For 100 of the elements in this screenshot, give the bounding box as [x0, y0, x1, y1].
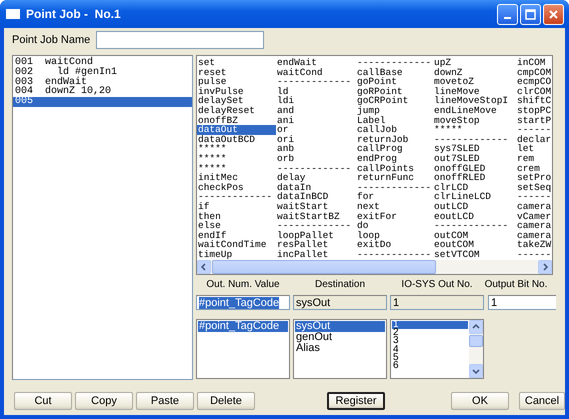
- command-cell[interactable]: callBase: [356, 68, 433, 78]
- scroll-thumb[interactable]: [212, 260, 436, 274]
- command-cell[interactable]: onoffBZ: [197, 116, 276, 126]
- command-cell[interactable]: -------------: [197, 192, 276, 202]
- command-cell[interactable]: onoffRLED: [433, 173, 516, 183]
- value-field[interactable]: #point_TagCode: [196, 295, 290, 310]
- command-cell[interactable]: ani: [276, 116, 356, 126]
- command-cell[interactable]: cmpCOM: [516, 68, 551, 78]
- maximize-button[interactable]: [520, 4, 541, 24]
- dialog-button[interactable]: Copy: [75, 392, 133, 410]
- command-cell[interactable]: waitStartBZ: [276, 212, 356, 222]
- command-cell[interactable]: waitStart: [276, 202, 356, 212]
- command-cell[interactable]: pulse: [197, 77, 276, 87]
- command-cell[interactable]: then: [197, 212, 276, 222]
- scroll-left-button[interactable]: [197, 260, 211, 274]
- command-cell[interactable]: setSeq: [516, 182, 551, 192]
- command-cell[interactable]: *****: [197, 144, 276, 154]
- command-cell[interactable]: timeUp: [197, 250, 276, 260]
- command-cell[interactable]: lineMove: [433, 86, 516, 96]
- command-cell[interactable]: orb: [276, 154, 356, 164]
- scroll-right-button[interactable]: [538, 260, 552, 274]
- command-cell[interactable]: waitCondTime: [197, 240, 276, 250]
- dialog-button[interactable]: Delete: [197, 392, 255, 410]
- command-cell[interactable]: or: [276, 125, 356, 135]
- command-cell[interactable]: dataOutBCD: [197, 134, 276, 144]
- command-cell[interactable]: let: [516, 144, 551, 154]
- command-cell[interactable]: eoutLCD: [433, 212, 516, 222]
- command-cell[interactable]: crem: [516, 164, 551, 174]
- command-cell[interactable]: setPro: [516, 173, 551, 183]
- command-cell[interactable]: inCOM: [516, 58, 551, 68]
- command-cell[interactable]: delay: [276, 173, 356, 183]
- command-cell[interactable]: if: [197, 202, 276, 212]
- command-cell[interactable]: *****: [197, 164, 276, 174]
- value-field[interactable]: 1: [488, 295, 556, 310]
- command-cell[interactable]: resPallet: [276, 240, 356, 250]
- command-cell[interactable]: goRPoint: [356, 86, 433, 96]
- command-cell[interactable]: ldi: [276, 96, 356, 106]
- command-cell[interactable]: sys7SLED: [433, 144, 516, 154]
- command-cell[interactable]: *****: [197, 154, 276, 164]
- command-cell[interactable]: goPoint: [356, 77, 433, 87]
- command-cell[interactable]: *****: [433, 125, 516, 135]
- command-cell[interactable]: outLCD: [433, 202, 516, 212]
- command-cell[interactable]: anb: [276, 144, 356, 154]
- command-cell[interactable]: shiftC: [516, 96, 551, 106]
- command-cell[interactable]: callJob: [356, 125, 433, 135]
- command-cell[interactable]: eoutCOM: [433, 240, 516, 250]
- command-cell[interactable]: -------------: [433, 221, 516, 231]
- command-cell[interactable]: outCOM: [433, 230, 516, 240]
- command-cell[interactable]: ------: [516, 192, 551, 202]
- command-cell[interactable]: loopPallet: [276, 230, 356, 240]
- command-cell[interactable]: declar: [516, 134, 551, 144]
- command-cell[interactable]: endProg: [356, 154, 433, 164]
- command-cell[interactable]: exitFor: [356, 212, 433, 222]
- name-field[interactable]: [96, 31, 264, 49]
- command-cell[interactable]: -------------: [356, 182, 433, 192]
- command-cell[interactable]: ori: [276, 134, 356, 144]
- command-cell[interactable]: endIf: [197, 230, 276, 240]
- command-cell[interactable]: -------------: [276, 221, 356, 231]
- command-cell[interactable]: ------: [516, 125, 551, 135]
- command-cell[interactable]: -------------: [356, 250, 433, 260]
- command-cell[interactable]: downZ: [433, 68, 516, 78]
- command-cell[interactable]: delayReset: [197, 106, 276, 116]
- command-cell[interactable]: setVTCOM: [433, 250, 516, 260]
- command-cell[interactable]: set: [197, 58, 276, 68]
- command-cell[interactable]: out7SLED: [433, 154, 516, 164]
- command-cell[interactable]: goCRPoint: [356, 96, 433, 106]
- command-cell[interactable]: exitDo: [356, 240, 433, 250]
- command-cell[interactable]: endLineMove: [433, 106, 516, 116]
- command-cell[interactable]: jump: [356, 106, 433, 116]
- command-cell[interactable]: loop: [356, 230, 433, 240]
- command-cell[interactable]: checkPos: [197, 182, 276, 192]
- command-cell[interactable]: -------------: [433, 134, 516, 144]
- command-cell[interactable]: rem: [516, 154, 551, 164]
- command-cell[interactable]: takeZW: [516, 240, 551, 250]
- command-cell[interactable]: dataOut: [197, 125, 276, 135]
- command-cell[interactable]: returnFunc: [356, 173, 433, 183]
- command-cell[interactable]: stopPC: [516, 106, 551, 116]
- list-row[interactable]: 004 downZ 10,20: [13, 87, 192, 98]
- close-button[interactable]: [543, 4, 564, 24]
- option-list[interactable]: #point_TagCode: [196, 319, 290, 379]
- command-cell[interactable]: clrCOM: [516, 86, 551, 96]
- command-cell[interactable]: next: [356, 202, 433, 212]
- command-cell[interactable]: callPoints: [356, 164, 433, 174]
- command-cell[interactable]: vCamer: [516, 212, 551, 222]
- command-cell[interactable]: waitCond: [276, 68, 356, 78]
- command-cell[interactable]: ecmpCO: [516, 77, 551, 87]
- command-cell[interactable]: startP: [516, 116, 551, 126]
- command-cell[interactable]: do: [356, 221, 433, 231]
- command-cell[interactable]: callProg: [356, 144, 433, 154]
- command-cell[interactable]: else: [197, 221, 276, 231]
- command-cell[interactable]: ------: [516, 250, 551, 260]
- command-cell[interactable]: camera: [516, 221, 551, 231]
- command-cell[interactable]: for: [356, 192, 433, 202]
- command-cell[interactable]: -------------: [276, 164, 356, 174]
- command-cell[interactable]: camera: [516, 202, 551, 212]
- dialog-button[interactable]: Register: [327, 392, 385, 410]
- command-cell[interactable]: endWait: [276, 58, 356, 68]
- dialog-button[interactable]: Cancel: [519, 392, 565, 410]
- command-cell[interactable]: -------------: [276, 77, 356, 87]
- command-cell[interactable]: -------------: [356, 58, 433, 68]
